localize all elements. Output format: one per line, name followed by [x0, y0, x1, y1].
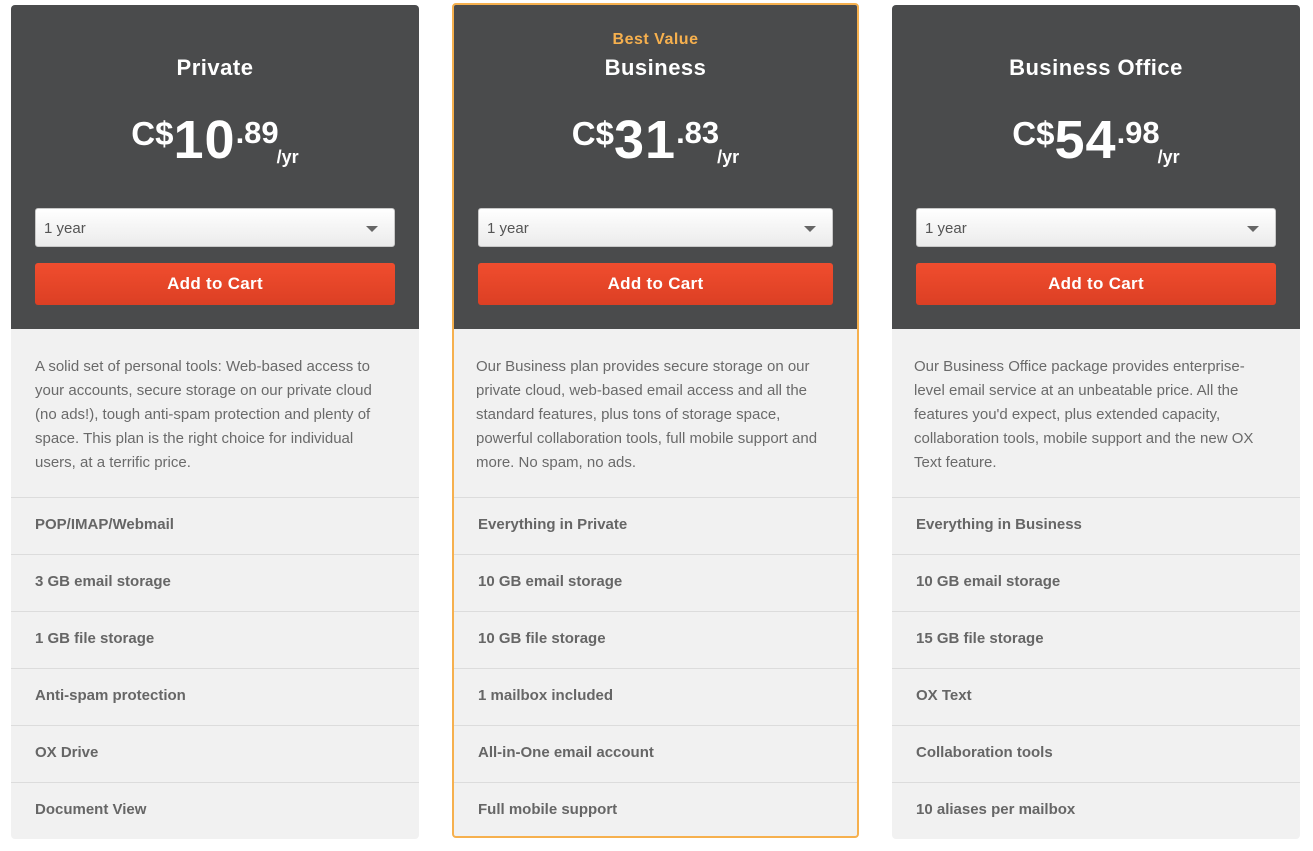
term-select[interactable]: 1 year	[916, 208, 1276, 247]
price-period: /yr	[717, 147, 740, 167]
plan-description: A solid set of personal tools: Web-based…	[35, 358, 372, 471]
price-currency: C$	[131, 115, 174, 152]
feature-item: OX Text	[892, 668, 1300, 725]
plan-price: C$ 10 .89 /yr	[11, 109, 419, 171]
feature-item: 10 aliases per mailbox	[892, 782, 1300, 839]
feature-item: Everything in Private	[454, 497, 857, 554]
plan-description: Our Business Office package provides ent…	[914, 358, 1254, 471]
feature-item: 1 mailbox included	[454, 668, 857, 725]
add-to-cart-button[interactable]: Add to Cart	[478, 263, 833, 305]
feature-item: 10 GB email storage	[892, 554, 1300, 611]
plan-card-business-office: Business Office C$ 54 .98 /yr 1 year Add…	[892, 5, 1300, 839]
plan-header: Private C$ 10 .89 /yr 1 year Add to Cart	[11, 5, 419, 329]
feature-item: 10 GB file storage	[454, 611, 857, 668]
term-select[interactable]: 1 year	[478, 208, 833, 247]
feature-item: OX Drive	[11, 725, 419, 782]
price-integer: 54	[1054, 110, 1117, 170]
feature-item: All-in-One email account	[454, 725, 857, 782]
plan-description: Our Business plan provides secure storag…	[476, 358, 818, 471]
plan-title: Business	[604, 55, 707, 80]
plan-header: Best Value Business C$ 31 .83 /yr 1 year…	[454, 5, 857, 329]
feature-item: 15 GB file storage	[892, 611, 1300, 668]
plan-title: Business Office	[1009, 55, 1183, 80]
term-select-value: 1 year	[487, 220, 529, 237]
term-select-value: 1 year	[925, 220, 967, 237]
price-period: /yr	[1157, 147, 1180, 167]
feature-list: POP/IMAP/Webmail 3 GB email storage 1 GB…	[11, 497, 419, 839]
plan-price: C$ 31 .83 /yr	[454, 109, 857, 171]
feature-list: Everything in Private 10 GB email storag…	[454, 497, 857, 836]
plan-card-business: Best Value Business C$ 31 .83 /yr 1 year…	[452, 3, 859, 838]
term-select-value: 1 year	[44, 220, 86, 237]
feature-item: Anti-spam protection	[11, 668, 419, 725]
price-decimal: .98	[1116, 115, 1160, 150]
best-value-badge: Best Value	[612, 31, 699, 48]
feature-item: Collaboration tools	[892, 725, 1300, 782]
price-integer: 31	[613, 110, 677, 170]
caret-down-icon	[804, 226, 816, 232]
price-currency: C$	[1012, 115, 1055, 152]
price-currency: C$	[571, 115, 614, 152]
plan-card-private: Private C$ 10 .89 /yr 1 year Add to Cart…	[11, 5, 419, 839]
feature-item: Document View	[11, 782, 419, 839]
price-decimal: .89	[235, 115, 279, 150]
plan-title: Private	[176, 55, 254, 80]
feature-item: POP/IMAP/Webmail	[11, 497, 419, 554]
feature-item: 10 GB email storage	[454, 554, 857, 611]
plan-header: Business Office C$ 54 .98 /yr 1 year Add…	[892, 5, 1300, 329]
caret-down-icon	[366, 226, 378, 232]
feature-list: Everything in Business 10 GB email stora…	[892, 497, 1300, 839]
price-period: /yr	[276, 147, 299, 167]
price-decimal: .83	[676, 115, 720, 150]
term-select[interactable]: 1 year	[35, 208, 395, 247]
plan-price: C$ 54 .98 /yr	[892, 109, 1300, 171]
feature-item: Everything in Business	[892, 497, 1300, 554]
price-integer: 10	[173, 110, 236, 170]
feature-item: 1 GB file storage	[11, 611, 419, 668]
add-to-cart-button[interactable]: Add to Cart	[916, 263, 1276, 305]
feature-item: 3 GB email storage	[11, 554, 419, 611]
caret-down-icon	[1247, 226, 1259, 232]
feature-item: Full mobile support	[454, 782, 857, 836]
add-to-cart-button[interactable]: Add to Cart	[35, 263, 395, 305]
